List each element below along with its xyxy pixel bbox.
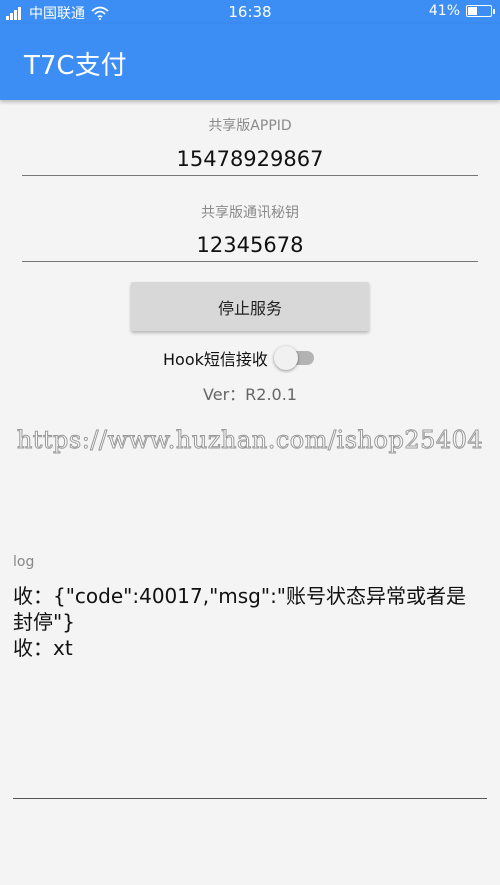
status-bar: 中国联通 16:38 41% [0,0,500,24]
appid-input[interactable] [22,145,478,173]
stop-service-button[interactable]: 停止服务 [131,282,369,331]
toggle-thumb [273,346,298,370]
log-line: 收：{"code":40017,"msg":"账号状态异常或者是封停"} [13,584,467,634]
version-text: Ver：R2.0.1 [203,385,297,404]
secret-label: 共享版通讯秘钥 [201,205,299,221]
status-time: 16:38 [228,3,272,21]
log-underline [13,798,487,799]
watermark-text: https://www.huzhan.com/ishop25404 [16,426,484,455]
log-output: 收：{"code":40017,"msg":"账号状态异常或者是封停"} 收：x… [13,583,483,661]
app-title: T7C支付 [24,51,127,81]
app-bar: T7C支付 [0,24,500,100]
appid-underline [22,175,478,176]
secret-underline [22,261,478,262]
battery-percent: 41% [428,3,460,19]
appid-label: 共享版APPID [208,118,292,134]
hook-sms-label: Hook短信接收 [163,350,268,369]
status-right: 41% [428,3,495,19]
app-screen: 中国联通 16:38 41% T7C支付 共享版APPID 共享版通讯秘钥 停止… [0,0,500,885]
battery-fill [468,7,477,15]
secret-input[interactable] [22,231,478,259]
hook-sms-toggle[interactable] [273,346,318,370]
log-line: 收：xt [13,636,73,660]
log-label: log [13,554,35,570]
hook-sms-row: Hook短信接收 [163,346,318,370]
battery-icon [466,5,495,17]
